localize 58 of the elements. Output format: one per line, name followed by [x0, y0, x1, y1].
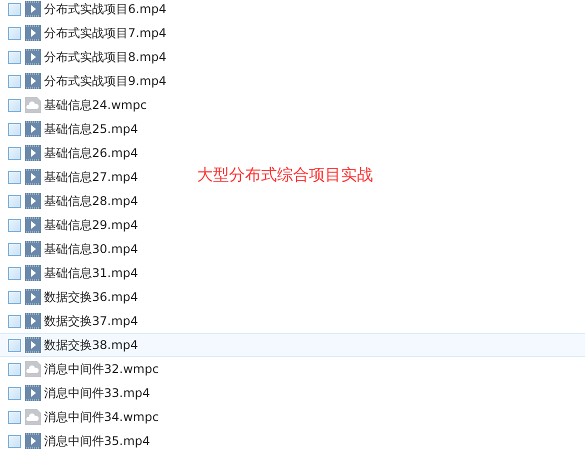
video-file-icon — [25, 217, 41, 233]
video-file-icon — [25, 385, 41, 401]
file-name[interactable]: 基础信息26.mp4 — [44, 144, 138, 162]
file-name[interactable]: 分布式实战项目7.mp4 — [44, 24, 166, 42]
file-name[interactable]: 基础信息30.mp4 — [44, 240, 138, 258]
file-name[interactable]: 消息中间件35.mp4 — [44, 432, 150, 450]
file-name[interactable]: 分布式实战项目8.mp4 — [44, 48, 166, 66]
checkbox[interactable] — [8, 386, 21, 400]
checkbox[interactable] — [8, 362, 21, 376]
file-name[interactable]: 分布式实战项目9.mp4 — [44, 72, 166, 90]
checkbox[interactable] — [8, 338, 21, 352]
file-name[interactable]: 基础信息29.mp4 — [44, 216, 138, 234]
checkbox[interactable] — [8, 194, 21, 208]
cloud-file-icon — [25, 361, 41, 377]
file-name[interactable]: 基础信息25.mp4 — [44, 120, 138, 138]
checkbox[interactable] — [8, 290, 21, 304]
video-file-icon — [25, 49, 41, 65]
checkbox[interactable] — [8, 146, 21, 160]
checkbox[interactable] — [8, 266, 21, 280]
file-name[interactable]: 基础信息28.mp4 — [44, 192, 138, 210]
file-name[interactable]: 消息中间件33.mp4 — [44, 384, 150, 402]
video-file-icon — [25, 73, 41, 89]
checkbox[interactable] — [8, 74, 21, 88]
video-file-icon — [25, 433, 41, 449]
video-file-icon — [25, 25, 41, 41]
checkbox[interactable] — [8, 410, 21, 424]
checkbox[interactable] — [8, 218, 21, 232]
video-file-icon — [25, 241, 41, 257]
video-file-icon — [25, 169, 41, 185]
annotation-text: 大型分布式综合项目实战 — [197, 164, 373, 186]
file-name[interactable]: 数据交换38.mp4 — [44, 336, 138, 354]
video-file-icon — [25, 289, 41, 305]
video-file-icon — [25, 1, 41, 17]
checkbox[interactable] — [8, 314, 21, 328]
checkbox[interactable] — [8, 122, 21, 136]
video-file-icon — [25, 121, 41, 137]
checkbox[interactable] — [8, 2, 21, 16]
cloud-file-icon — [25, 409, 41, 425]
video-file-icon — [25, 193, 41, 209]
file-name[interactable]: 消息中间件32.wmpc — [44, 360, 159, 378]
checkbox[interactable] — [8, 242, 21, 256]
video-file-icon — [25, 337, 41, 353]
file-name[interactable]: 数据交换36.mp4 — [44, 288, 138, 306]
file-name[interactable]: 基础信息24.wmpc — [44, 96, 147, 114]
checkbox[interactable] — [8, 26, 21, 40]
checkbox[interactable] — [8, 50, 21, 64]
video-file-icon — [25, 265, 41, 281]
file-name[interactable]: 基础信息31.mp4 — [44, 264, 138, 282]
file-name[interactable]: 数据交换37.mp4 — [44, 312, 138, 330]
file-name[interactable]: 消息中间件34.wmpc — [44, 408, 159, 426]
video-file-icon — [25, 313, 41, 329]
video-file-icon — [25, 145, 41, 161]
cloud-file-icon — [25, 97, 41, 113]
checkbox[interactable] — [8, 98, 21, 112]
checkbox[interactable] — [8, 170, 21, 184]
checkbox[interactable] — [8, 434, 21, 448]
file-name[interactable]: 基础信息27.mp4 — [44, 168, 138, 186]
file-name[interactable]: 分布式实战项目6.mp4 — [44, 0, 166, 18]
